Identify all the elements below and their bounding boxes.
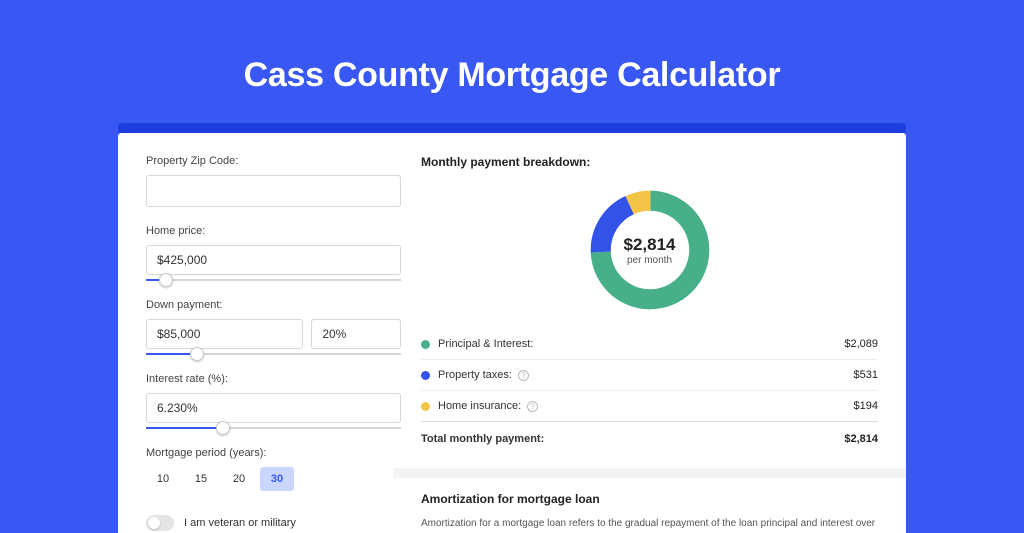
breakdown-total-value: $2,814 xyxy=(844,433,878,445)
legend-dot xyxy=(421,340,430,349)
amortization-title: Amortization for mortgage loan xyxy=(421,492,878,506)
mortgage-period-option[interactable]: 15 xyxy=(184,467,218,491)
mortgage-period-option[interactable]: 20 xyxy=(222,467,256,491)
interest-rate-input[interactable] xyxy=(146,393,401,423)
breakdown-row: Principal & Interest: $2,089 xyxy=(421,329,878,359)
breakdown-row: Property taxes:? $531 xyxy=(421,359,878,390)
mortgage-period-option[interactable]: 10 xyxy=(146,467,180,491)
home-price-slider-knob[interactable] xyxy=(159,273,173,287)
amortization-body: Amortization for a mortgage loan refers … xyxy=(421,516,878,533)
legend-dot xyxy=(421,371,430,380)
home-price-label: Home price: xyxy=(146,225,401,237)
down-payment-slider-knob[interactable] xyxy=(190,347,204,361)
page-root: Cass County Mortgage Calculator Property… xyxy=(0,0,1024,512)
down-payment-percent-input[interactable] xyxy=(311,319,401,349)
veteran-toggle-label: I am veteran or military xyxy=(184,517,296,529)
veteran-toggle[interactable] xyxy=(146,515,174,531)
calculator-stage: Property Zip Code: Home price: Down paym… xyxy=(118,123,906,533)
breakdown-list: Principal & Interest: $2,089 Property taxe… xyxy=(421,329,878,421)
interest-rate-slider[interactable] xyxy=(146,427,401,429)
donut-center: $2,814 per month xyxy=(585,185,715,315)
legend-dot xyxy=(421,402,430,411)
veteran-toggle-row: I am veteran or military xyxy=(146,515,401,531)
form-column: Property Zip Code: Home price: Down paym… xyxy=(146,155,401,533)
mortgage-period-options: 10152030 xyxy=(146,467,401,491)
amortization-section: Amortization for mortgage loan Amortizat… xyxy=(393,468,906,533)
help-icon[interactable]: ? xyxy=(518,370,529,381)
breakdown-total-label: Total monthly payment: xyxy=(421,433,544,445)
breakdown-row-value: $194 xyxy=(854,400,878,412)
down-payment-amount-input[interactable] xyxy=(146,319,303,349)
breakdown-row-value: $531 xyxy=(854,369,878,381)
breakdown-row-label: Principal & Interest: xyxy=(421,338,533,350)
home-price-field-group: Home price: xyxy=(146,225,401,281)
breakdown-row-label: Home insurance:? xyxy=(421,400,538,412)
breakdown-total-row: Total monthly payment: $2,814 xyxy=(421,421,878,454)
down-payment-field-group: Down payment: xyxy=(146,299,401,355)
breakdown-row-label: Property taxes:? xyxy=(421,369,529,381)
interest-rate-label: Interest rate (%): xyxy=(146,373,401,385)
breakdown-row: Home insurance:? $194 xyxy=(421,390,878,421)
mortgage-period-field-group: Mortgage period (years): 10152030 xyxy=(146,447,401,491)
down-payment-slider[interactable] xyxy=(146,353,401,355)
breakdown-title: Monthly payment breakdown: xyxy=(421,155,878,169)
donut-subtitle: per month xyxy=(627,255,672,266)
page-title: Cass County Mortgage Calculator xyxy=(244,56,781,95)
zip-field-group: Property Zip Code: xyxy=(146,155,401,207)
breakdown-column: Monthly payment breakdown: $2,814 per mo… xyxy=(421,155,878,533)
interest-rate-slider-fill xyxy=(146,427,223,429)
home-price-slider[interactable] xyxy=(146,279,401,281)
breakdown-row-value: $2,089 xyxy=(844,338,878,350)
zip-input[interactable] xyxy=(146,175,401,207)
interest-rate-slider-knob[interactable] xyxy=(216,421,230,435)
donut-amount: $2,814 xyxy=(624,235,676,255)
help-icon[interactable]: ? xyxy=(527,401,538,412)
home-price-input[interactable] xyxy=(146,245,401,275)
interest-rate-field-group: Interest rate (%): xyxy=(146,373,401,429)
calculator-card: Property Zip Code: Home price: Down paym… xyxy=(118,133,906,533)
down-payment-label: Down payment: xyxy=(146,299,401,311)
donut-chart-wrap: $2,814 per month xyxy=(421,179,878,329)
donut-chart: $2,814 per month xyxy=(585,185,715,315)
zip-label: Property Zip Code: xyxy=(146,155,401,167)
mortgage-period-option[interactable]: 30 xyxy=(260,467,294,491)
mortgage-period-label: Mortgage period (years): xyxy=(146,447,401,459)
